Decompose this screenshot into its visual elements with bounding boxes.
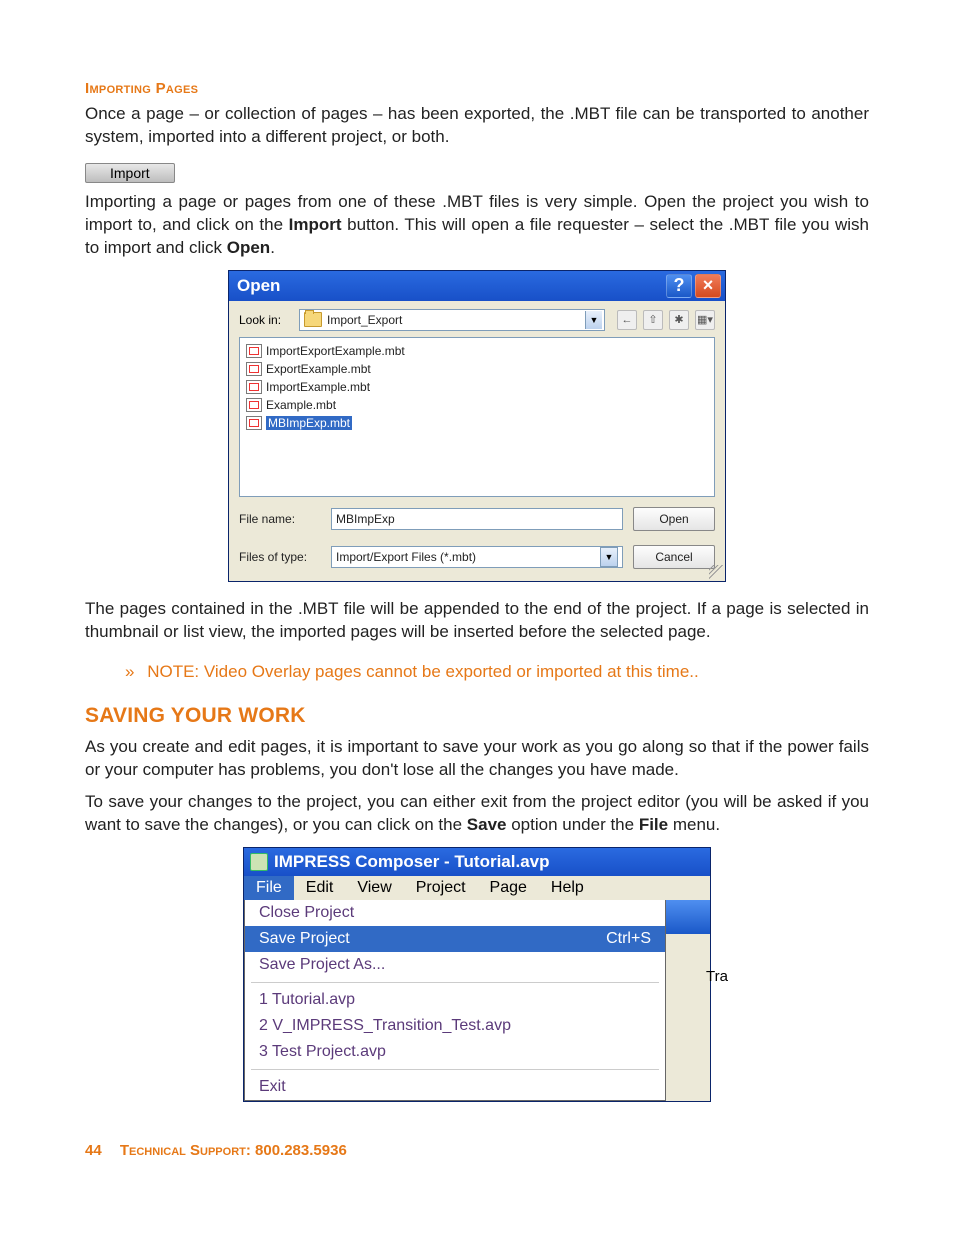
open-button[interactable]: Open	[633, 507, 715, 531]
composer-title: IMPRESS Composer - Tutorial.avp	[274, 852, 550, 872]
text: menu.	[668, 815, 720, 834]
label: Close Project	[259, 904, 354, 922]
look-in-value: Import_Export	[327, 313, 585, 327]
label: Save Project As...	[259, 956, 385, 974]
note-text: NOTE: Video Overlay pages cannot be expo…	[147, 662, 699, 681]
look-in-dropdown[interactable]: Import_Export ▼	[299, 309, 605, 331]
resize-grip-icon[interactable]	[709, 565, 723, 579]
page-number: 44	[85, 1142, 102, 1159]
menu-separator	[251, 1069, 659, 1070]
filename-value: MBImpExp	[336, 512, 395, 526]
paragraph-4: As you create and edit pages, it is impo…	[85, 736, 869, 782]
file-item[interactable]: ExportExample.mbt	[246, 360, 708, 378]
file-item[interactable]: ImportExample.mbt	[246, 378, 708, 396]
file-item[interactable]: ImportExportExample.mbt	[246, 342, 708, 360]
menu-item-exit[interactable]: Exit	[245, 1074, 665, 1100]
open-dialog: Open ? × Look in: Import_Export ▼ ← ⇧ ✱ …	[228, 270, 726, 582]
paragraph-5: To save your changes to the project, you…	[85, 791, 869, 837]
menu-item-recent-3[interactable]: 3 Test Project.avp	[245, 1039, 665, 1065]
back-icon[interactable]: ←	[617, 310, 637, 330]
file-icon	[246, 344, 262, 358]
technical-support: Technical Support: 800.283.5936	[120, 1142, 347, 1159]
file-icon	[246, 380, 262, 394]
file-item[interactable]: Example.mbt	[246, 396, 708, 414]
file-icon	[246, 398, 262, 412]
menu-item-recent-2[interactable]: 2 V_IMPRESS_Transition_Test.avp	[245, 1013, 665, 1039]
bold-file: File	[639, 815, 668, 834]
chevron-down-icon[interactable]: ▼	[585, 311, 602, 329]
file-name: Example.mbt	[266, 398, 336, 412]
app-icon	[250, 853, 268, 871]
menu-item-save-project[interactable]: Save Project Ctrl+S	[245, 926, 665, 952]
chevron-right-icon: »	[125, 662, 132, 681]
look-in-label: Look in:	[239, 313, 293, 327]
bold-save: Save	[467, 815, 507, 834]
filetype-label: Files of type:	[239, 550, 321, 564]
new-folder-icon[interactable]: ✱	[669, 310, 689, 330]
chevron-down-icon[interactable]: ▼	[600, 547, 618, 567]
toolbar-strip	[664, 900, 710, 934]
label: 1 Tutorial.avp	[259, 991, 355, 1009]
views-icon[interactable]: ▦▾	[695, 310, 715, 330]
menu-file[interactable]: File	[244, 876, 294, 900]
text: option under the	[506, 815, 638, 834]
section-heading-saving: SAVING YOUR WORK	[85, 704, 869, 728]
help-icon[interactable]: ?	[666, 274, 692, 298]
shortcut: Ctrl+S	[606, 930, 651, 948]
text: .	[270, 238, 275, 257]
file-icon	[246, 362, 262, 376]
composer-window: IMPRESS Composer - Tutorial.avp File Edi…	[243, 847, 711, 1102]
label: 2 V_IMPRESS_Transition_Test.avp	[259, 1017, 511, 1035]
bold-import: Import	[289, 215, 342, 234]
filename-input[interactable]: MBImpExp	[331, 508, 623, 530]
menu-page[interactable]: Page	[478, 876, 539, 900]
section-heading-importing: Importing Pages	[85, 80, 869, 97]
paragraph-2: Importing a page or pages from one of th…	[85, 191, 869, 260]
composer-titlebar[interactable]: IMPRESS Composer - Tutorial.avp	[244, 848, 710, 876]
menu-view[interactable]: View	[345, 876, 403, 900]
menu-separator	[251, 982, 659, 983]
label: Save Project	[259, 930, 350, 948]
menu-project[interactable]: Project	[404, 876, 478, 900]
menu-help[interactable]: Help	[539, 876, 596, 900]
menu-item-close-project[interactable]: Close Project	[245, 900, 665, 926]
dialog-title: Open	[237, 276, 280, 296]
menu-item-recent-1[interactable]: 1 Tutorial.avp	[245, 987, 665, 1013]
label: Exit	[259, 1078, 286, 1096]
menu-edit[interactable]: Edit	[294, 876, 346, 900]
bold-open: Open	[227, 238, 270, 257]
note-line: » NOTE: Video Overlay pages cannot be ex…	[125, 662, 869, 682]
cancel-button[interactable]: Cancel	[633, 545, 715, 569]
truncated-text: Tra	[706, 968, 728, 985]
file-icon	[246, 416, 262, 430]
file-list[interactable]: ImportExportExample.mbt ExportExample.mb…	[239, 337, 715, 497]
menu-item-save-as[interactable]: Save Project As...	[245, 952, 665, 978]
filetype-value: Import/Export Files (*.mbt)	[336, 550, 600, 564]
menu-bar: File Edit View Project Page Help	[244, 876, 710, 900]
file-item-selected[interactable]: MBImpExp.mbt	[246, 414, 708, 432]
label: 3 Test Project.avp	[259, 1043, 386, 1061]
file-name: ImportExample.mbt	[266, 380, 370, 394]
filename-label: File name:	[239, 512, 321, 526]
file-name: ExportExample.mbt	[266, 362, 371, 376]
filetype-dropdown[interactable]: Import/Export Files (*.mbt) ▼	[331, 546, 623, 568]
folder-icon	[304, 312, 322, 327]
page-footer: 44 Technical Support: 800.283.5936	[85, 1142, 869, 1159]
close-icon[interactable]: ×	[695, 274, 721, 298]
file-name: ImportExportExample.mbt	[266, 344, 405, 358]
file-name: MBImpExp.mbt	[266, 416, 352, 430]
paragraph-1: Once a page – or collection of pages – h…	[85, 103, 869, 149]
import-button[interactable]: Import	[85, 163, 175, 183]
paragraph-3: The pages contained in the .MBT file wil…	[85, 598, 869, 644]
up-folder-icon[interactable]: ⇧	[643, 310, 663, 330]
dialog-titlebar[interactable]: Open ? ×	[229, 271, 725, 301]
file-menu-dropdown: Close Project Save Project Ctrl+S Save P…	[244, 900, 666, 1101]
